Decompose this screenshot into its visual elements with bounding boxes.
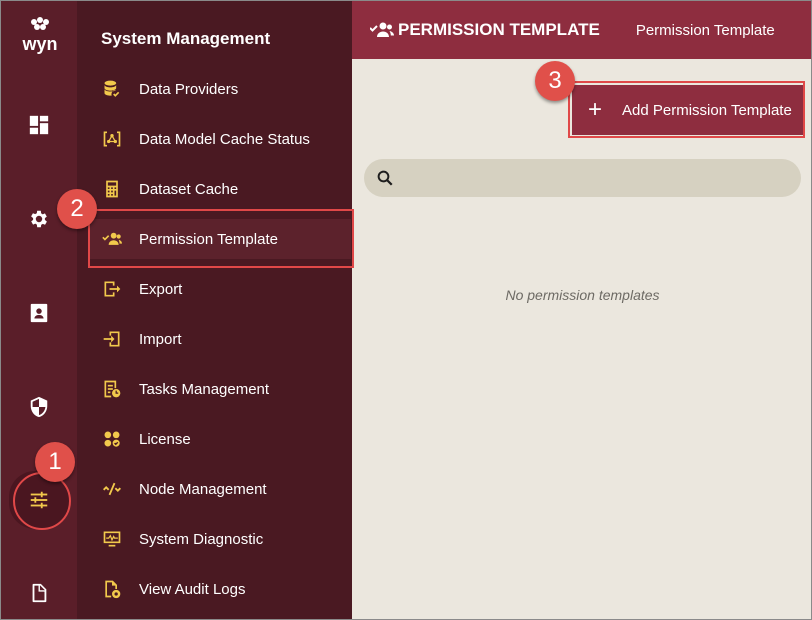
rail-security-button[interactable] <box>13 381 65 433</box>
empty-state-text: No permission templates <box>505 287 660 303</box>
rail-contacts-button[interactable] <box>13 287 65 339</box>
menu-item-import[interactable]: Import <box>89 319 351 359</box>
license-icon <box>101 428 123 450</box>
search-input[interactable] <box>400 159 801 197</box>
annotation-callout-1: 1 <box>35 442 75 482</box>
search-icon <box>377 170 393 186</box>
app-window: wyn System Management Data Providers Dat… <box>0 0 812 620</box>
contact-card-icon <box>30 303 48 323</box>
audit-log-icon <box>101 578 123 600</box>
menu-item-label: License <box>139 430 191 448</box>
export-icon <box>101 278 123 300</box>
rail-dashboard-button[interactable] <box>13 99 65 151</box>
menu-item-export[interactable]: Export <box>89 269 351 309</box>
annotation-box-3 <box>568 81 805 138</box>
search-bar[interactable] <box>364 159 801 197</box>
document-icon <box>32 583 47 603</box>
database-check-icon <box>101 78 123 100</box>
menu-item-label: Import <box>139 330 182 348</box>
calculator-icon <box>101 178 123 200</box>
page-header: PERMISSION TEMPLATE Permission Template <box>352 1 811 59</box>
menu-item-view-audit-logs[interactable]: View Audit Logs <box>89 569 351 609</box>
system-management-menu: System Management Data Providers Data Mo… <box>77 1 352 619</box>
annotation-ring-1 <box>13 472 71 530</box>
menu-item-data-providers[interactable]: Data Providers <box>89 69 351 109</box>
annotation-callout-3: 3 <box>535 61 575 101</box>
rail-settings-button[interactable] <box>13 193 65 245</box>
model-cache-icon <box>101 128 123 150</box>
menu-item-data-model-cache-status[interactable]: Data Model Cache Status <box>89 119 351 159</box>
import-icon <box>101 328 123 350</box>
node-icon <box>101 478 123 500</box>
menu-item-license[interactable]: License <box>89 419 351 459</box>
gear-icon <box>31 210 47 228</box>
menu-item-system-diagnostic[interactable]: System Diagnostic <box>89 519 351 559</box>
menu-item-dataset-cache[interactable]: Dataset Cache <box>89 169 351 209</box>
menu-item-label: System Diagnostic <box>139 530 264 548</box>
annotation-box-2 <box>88 209 354 268</box>
menu-item-label: View Audit Logs <box>139 580 246 598</box>
annotation-callout-2: 2 <box>57 189 97 229</box>
menu-item-label: Data Providers <box>139 80 239 98</box>
breadcrumb-tab[interactable]: Permission Template <box>636 22 775 39</box>
wyn-logo-icon: wyn <box>21 17 58 54</box>
rail-documents-button[interactable] <box>13 567 65 619</box>
menu-item-label: Tasks Management <box>139 380 270 398</box>
monitor-pulse-icon <box>101 528 123 550</box>
menu-item-label: Node Management <box>139 480 267 498</box>
menu-item-label: Data Model Cache Status <box>139 130 310 148</box>
menu-title: System Management <box>101 29 271 48</box>
menu-item-tasks-management[interactable]: Tasks Management <box>89 369 351 409</box>
svg-text:wyn: wyn <box>21 34 57 54</box>
dashboard-icon <box>29 115 49 135</box>
menu-item-label: Dataset Cache <box>139 180 239 198</box>
menu-item-node-management[interactable]: Node Management <box>89 469 351 509</box>
shield-icon <box>30 396 48 418</box>
tasks-icon <box>101 378 123 400</box>
wyn-logo[interactable]: wyn <box>15 17 65 57</box>
users-check-icon <box>369 20 394 40</box>
menu-item-label: Export <box>139 280 183 298</box>
page-title: PERMISSION TEMPLATE <box>398 20 600 39</box>
